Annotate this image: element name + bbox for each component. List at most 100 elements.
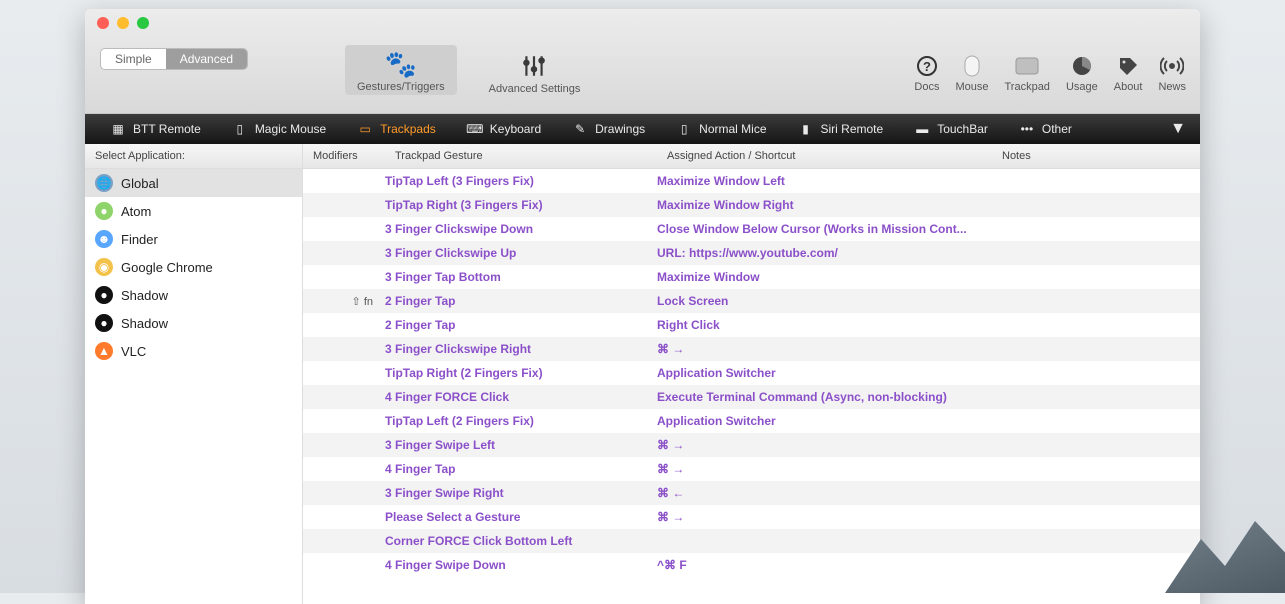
trackpad-icon: [1004, 51, 1049, 81]
tag-icon: [1114, 51, 1143, 81]
table-row[interactable]: 3 Finger Swipe Right⌘ ←: [303, 481, 1200, 505]
svg-text:?: ?: [923, 59, 931, 74]
mode-advanced[interactable]: Advanced: [166, 49, 247, 69]
siri-icon: ▮: [797, 122, 815, 136]
tab-magic-mouse[interactable]: ▯Magic Mouse: [221, 118, 336, 140]
toolbar-label: News: [1158, 81, 1186, 93]
col-action[interactable]: Assigned Action / Shortcut: [657, 144, 992, 168]
cell-action: Maximize Window Right: [657, 198, 992, 212]
cell-modifier: ⇧ fn: [303, 295, 385, 308]
table-row[interactable]: TipTap Left (3 Fingers Fix)Maximize Wind…: [303, 169, 1200, 193]
toolbar-trackpad[interactable]: Trackpad: [1004, 51, 1049, 93]
cell-action: ⌘ ←: [657, 486, 992, 500]
toolbar-main: 🐾 Gestures/Triggers Advanced Settings: [345, 49, 580, 95]
table-row[interactable]: ⇧ fn2 Finger TapLock Screen: [303, 289, 1200, 313]
toolbar-label: Gestures/Triggers: [357, 81, 445, 93]
toolbar-label: Trackpad: [1004, 81, 1049, 93]
toolbar-docs[interactable]: ? Docs: [914, 51, 939, 93]
table-row[interactable]: TipTap Right (2 Fingers Fix)Application …: [303, 361, 1200, 385]
cell-gesture: TipTap Right (3 Fingers Fix): [385, 198, 657, 212]
cell-gesture: 2 Finger Tap: [385, 318, 657, 332]
tab-label: TouchBar: [937, 122, 988, 136]
toolbar-news[interactable]: News: [1158, 51, 1186, 93]
tab-label: Drawings: [595, 122, 645, 136]
tab-other[interactable]: •••Other: [1008, 118, 1082, 140]
mouse-icon: [955, 51, 988, 81]
maximize-icon[interactable]: [137, 17, 149, 29]
cell-action: ⌘ →: [657, 342, 992, 356]
col-gesture[interactable]: Trackpad Gesture: [385, 144, 657, 168]
table-row[interactable]: 4 Finger Swipe Down^⌘ F: [303, 553, 1200, 577]
app-name: Global: [121, 176, 159, 191]
cell-action: Application Switcher: [657, 414, 992, 428]
tab-keyboard[interactable]: ⌨Keyboard: [456, 118, 551, 140]
app-name: Shadow: [121, 288, 168, 303]
mode-toggle: Simple Advanced: [101, 49, 247, 69]
sidebar-item-app[interactable]: ☻Finder: [85, 225, 302, 253]
paw-icon: 🐾: [357, 47, 445, 81]
cell-action: ⌘ →: [657, 510, 992, 524]
app-icon: ☻: [95, 230, 113, 248]
tab-label: Normal Mice: [699, 122, 766, 136]
table-row[interactable]: 3 Finger Clickswipe DownClose Window Bel…: [303, 217, 1200, 241]
cell-gesture: 3 Finger Clickswipe Right: [385, 342, 657, 356]
cell-gesture: 4 Finger Tap: [385, 462, 657, 476]
tab-touchbar[interactable]: ▬TouchBar: [903, 118, 998, 140]
sidebar-item-app[interactable]: ●Shadow: [85, 281, 302, 309]
remote-icon: ▦: [109, 122, 127, 136]
table-row[interactable]: 3 Finger Tap BottomMaximize Window: [303, 265, 1200, 289]
table-row[interactable]: 3 Finger Clickswipe Right⌘ →: [303, 337, 1200, 361]
table-row[interactable]: 3 Finger Swipe Left⌘ →: [303, 433, 1200, 457]
cell-gesture: Please Select a Gesture: [385, 510, 657, 524]
toolbar-mouse[interactable]: Mouse: [955, 51, 988, 93]
tab-normal-mice[interactable]: ▯Normal Mice: [665, 118, 776, 140]
table-row[interactable]: Please Select a Gesture⌘ →: [303, 505, 1200, 529]
tab-label: BTT Remote: [133, 122, 201, 136]
sidebar-item-app[interactable]: ◉Google Chrome: [85, 253, 302, 281]
table-row[interactable]: 4 Finger Tap⌘ →: [303, 457, 1200, 481]
col-modifiers[interactable]: Modifiers: [303, 144, 385, 168]
cell-action: ⌘ →: [657, 438, 992, 452]
cell-action: Right Click: [657, 318, 992, 332]
sidebar-item-app[interactable]: ●Atom: [85, 197, 302, 225]
toolbar-about[interactable]: About: [1114, 51, 1143, 93]
tab-label: Other: [1042, 122, 1072, 136]
cell-gesture: 3 Finger Clickswipe Up: [385, 246, 657, 260]
tab-siri-remote[interactable]: ▮Siri Remote: [787, 118, 894, 140]
app-icon: 🌐: [95, 174, 113, 192]
toolbar-label: Docs: [914, 81, 939, 93]
sidebar-item-app[interactable]: 🌐 Global: [85, 169, 302, 197]
tab-trackpads[interactable]: ▭Trackpads: [346, 118, 446, 140]
filter-dropdown-icon[interactable]: ▼: [1170, 120, 1186, 138]
gesture-table: TipTap Left (3 Fingers Fix)Maximize Wind…: [303, 169, 1200, 604]
sidebar-item-app[interactable]: ▲VLC: [85, 337, 302, 365]
close-icon[interactable]: [97, 17, 109, 29]
toolbar-gestures[interactable]: 🐾 Gestures/Triggers: [345, 45, 457, 95]
cell-action: Lock Screen: [657, 294, 992, 308]
toolbar-advanced-settings[interactable]: Advanced Settings: [489, 49, 581, 95]
table-row[interactable]: Corner FORCE Click Bottom Left: [303, 529, 1200, 553]
tab-btt-remote[interactable]: ▦ BTT Remote: [99, 118, 211, 140]
cell-gesture: TipTap Right (2 Fingers Fix): [385, 366, 657, 380]
table-row[interactable]: 4 Finger FORCE ClickExecute Terminal Com…: [303, 385, 1200, 409]
table-row[interactable]: TipTap Left (2 Fingers Fix)Application S…: [303, 409, 1200, 433]
cell-gesture: 2 Finger Tap: [385, 294, 657, 308]
mode-simple[interactable]: Simple: [101, 49, 166, 69]
content-body: Select Application: 🌐Global●Atom☻Finder◉…: [85, 144, 1200, 604]
mouse-icon: ▯: [231, 122, 249, 136]
toolbar-label: Advanced Settings: [489, 83, 581, 95]
table-row[interactable]: 3 Finger Clickswipe UpURL: https://www.y…: [303, 241, 1200, 265]
minimize-icon[interactable]: [117, 17, 129, 29]
toolbar-label: Mouse: [955, 81, 988, 93]
col-notes[interactable]: Notes: [992, 144, 1200, 168]
table-row[interactable]: 2 Finger TapRight Click: [303, 313, 1200, 337]
app-name: Atom: [121, 204, 151, 219]
sidebar-item-app[interactable]: ●Shadow: [85, 309, 302, 337]
tab-drawings[interactable]: ✎ Drawings: [561, 118, 655, 140]
drawing-icon: ✎: [571, 122, 589, 136]
titlebar: Simple Advanced 🐾 Gestures/Triggers Adva…: [85, 9, 1200, 114]
table-row[interactable]: TipTap Right (3 Fingers Fix)Maximize Win…: [303, 193, 1200, 217]
cell-action: ⌘ →: [657, 462, 992, 476]
cell-gesture: Corner FORCE Click Bottom Left: [385, 534, 657, 548]
toolbar-usage[interactable]: Usage: [1066, 51, 1098, 93]
